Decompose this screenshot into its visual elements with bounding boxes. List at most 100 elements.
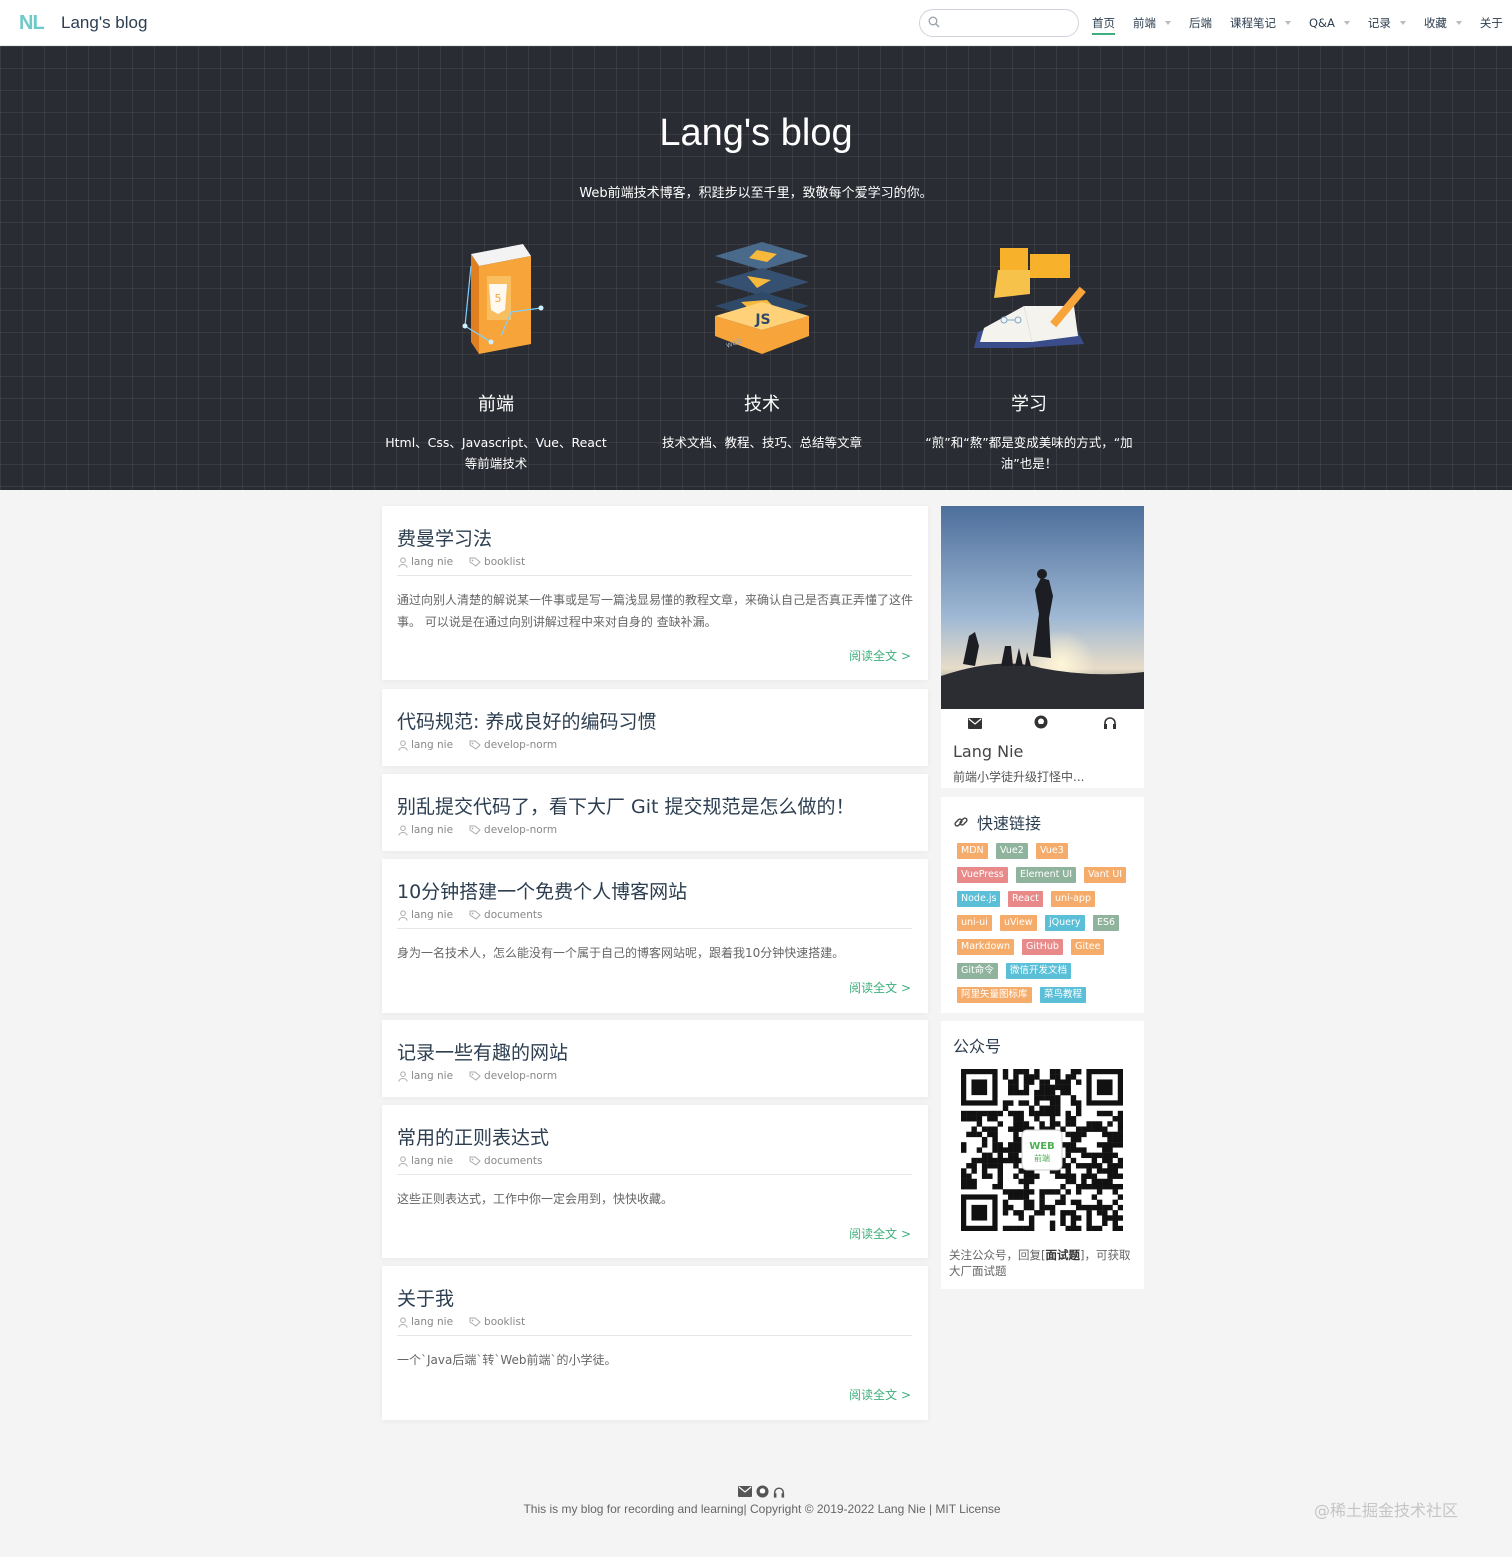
quick-link-tag[interactable]: GitHub xyxy=(1022,939,1063,955)
keyword: 面试题 xyxy=(1045,1248,1081,1262)
quick-link-tag[interactable]: Vue3 xyxy=(1036,843,1068,859)
wechat-instruction: 关注公众号，回复[面试题]，可获取大厂面试题 xyxy=(949,1248,1131,1278)
nav-item-label: 前端 xyxy=(1133,16,1156,30)
post-tag[interactable]: documents xyxy=(484,909,542,921)
qr-logo-subtext: 前端 xyxy=(1034,1153,1050,1163)
post-title[interactable]: 10分钟搭建一个免费个人博客网站 xyxy=(397,877,687,904)
post-card[interactable]: 记录一些有趣的网站 lang nie develop-norm xyxy=(382,1020,928,1097)
quick-link-tag[interactable]: 阿里矢量图标库 xyxy=(957,987,1032,1003)
quick-link-tag[interactable]: Vue2 xyxy=(996,843,1028,859)
post-tag[interactable]: develop-norm xyxy=(484,824,557,836)
html5-book-icon: 5 xyxy=(462,244,544,354)
footer-icons xyxy=(738,1485,788,1499)
post-author[interactable]: lang nie xyxy=(411,1316,453,1328)
mail-icon[interactable] xyxy=(968,714,982,733)
post-author[interactable]: lang nie xyxy=(411,1070,453,1082)
site-logo[interactable]: NL xyxy=(19,12,45,35)
quick-link-tag[interactable]: 微信开发文档 xyxy=(1006,963,1072,979)
quick-link-tag[interactable]: Node.js xyxy=(957,891,1001,907)
post-title[interactable]: 费曼学习法 xyxy=(397,524,492,551)
chevron-down-icon xyxy=(1399,21,1406,25)
quick-link-tag[interactable]: Element UI xyxy=(1016,867,1077,883)
post-card[interactable]: 别乱提交代码了，看下大厂 Git 提交规范是怎么做的！ lang nie dev… xyxy=(382,774,928,851)
headphones-icon[interactable] xyxy=(773,1486,785,1498)
post-tag[interactable]: booklist xyxy=(484,556,525,568)
nav-item[interactable]: 记录 xyxy=(1368,0,1406,46)
post-tag[interactable]: develop-norm xyxy=(484,739,557,751)
quick-link-tag[interactable]: jQuery xyxy=(1045,915,1085,931)
post-title[interactable]: 关于我 xyxy=(397,1284,454,1311)
quick-link-tag[interactable]: Markdown xyxy=(957,939,1015,955)
quick-link-tag[interactable]: VuePress xyxy=(957,867,1008,883)
read-more-link[interactable]: 阅读全文 > xyxy=(849,979,911,996)
hero-title: Lang's blog xyxy=(659,112,853,154)
quick-link-tag[interactable]: Git命令 xyxy=(957,963,998,979)
post-tag[interactable]: documents xyxy=(484,1155,542,1167)
quick-link-tag[interactable]: React xyxy=(1008,891,1043,907)
chevron-down-icon xyxy=(1455,21,1462,25)
post-title[interactable]: 常用的正则表达式 xyxy=(397,1123,549,1150)
nav-item-label: 课程笔记 xyxy=(1230,16,1276,30)
watermark: @稀土掘金技术社区 xyxy=(1314,1501,1459,1520)
post-tag[interactable]: booklist xyxy=(484,1316,525,1328)
svg-text:5: 5 xyxy=(495,292,502,305)
quick-link-tag[interactable]: MDN xyxy=(957,843,988,859)
search-icon xyxy=(928,16,940,28)
post-title[interactable]: 代码规范: 养成良好的编码习惯 xyxy=(397,707,656,734)
post-author[interactable]: lang nie xyxy=(411,739,453,751)
quick-link-tag[interactable]: uni-ui xyxy=(957,915,992,931)
nav-item-label: Q&A xyxy=(1309,16,1335,30)
post-author[interactable]: lang nie xyxy=(411,909,453,921)
author-card: Lang Nie 前端小学徒升级打怪中... xyxy=(941,506,1144,788)
post-card[interactable]: 常用的正则表达式 lang nie documents 这些正则表达式，工作中你… xyxy=(382,1105,928,1258)
navbar: NL Lang's blog 首页 前端 后端 课程笔记 Q&A 记录 收藏 关于 xyxy=(0,0,1512,46)
quick-link-tag[interactable]: 菜鸟教程 xyxy=(1040,987,1087,1003)
post-author[interactable]: lang nie xyxy=(411,824,453,836)
post-title[interactable]: 别乱提交代码了，看下大厂 Git 提交规范是怎么做的！ xyxy=(397,792,855,819)
hero-subtitle: Web前端技术博客，积跬步以至千里，致敬每个爱学习的你。 xyxy=(579,186,933,201)
post-title[interactable]: 记录一些有趣的网站 xyxy=(397,1038,568,1065)
mail-icon[interactable] xyxy=(738,1486,752,1497)
search-box[interactable] xyxy=(919,9,1079,37)
divider xyxy=(397,1335,912,1336)
wechat-card: 公众号 WEB 前端 关注公众号，回复[面试题]，可获取大厂面试题 xyxy=(941,1021,1144,1289)
post-card[interactable]: 关于我 lang nie booklist 一个`Java后端`转`Web前端`… xyxy=(382,1266,928,1420)
read-more-link[interactable]: 阅读全文 > xyxy=(849,1386,911,1403)
nav-item[interactable]: 收藏 xyxy=(1424,0,1462,46)
read-more-link[interactable]: 阅读全文 > xyxy=(849,647,911,664)
github-icon[interactable] xyxy=(756,1485,769,1498)
post-author[interactable]: lang nie xyxy=(411,1155,453,1167)
quick-link-tag[interactable]: uView xyxy=(1000,915,1037,931)
github-icon[interactable] xyxy=(1034,714,1048,733)
quick-link-tag[interactable]: ES6 xyxy=(1093,915,1120,931)
nav-item[interactable]: 前端 xyxy=(1133,0,1171,46)
post-card[interactable]: 10分钟搭建一个免费个人博客网站 lang nie documents 身为一名… xyxy=(382,859,928,1013)
nav-item[interactable]: 首页 xyxy=(1092,0,1115,46)
site-name[interactable]: Lang's blog xyxy=(61,13,147,33)
post-tag[interactable]: develop-norm xyxy=(484,1070,557,1082)
chevron-down-icon xyxy=(1343,21,1350,25)
user-icon xyxy=(398,824,408,836)
nav-item[interactable]: Q&A xyxy=(1309,0,1350,46)
nav-item[interactable]: 后端 xyxy=(1189,0,1212,46)
read-more-link[interactable]: 阅读全文 > xyxy=(849,1225,911,1242)
quick-link-tag[interactable]: Vant UI xyxy=(1084,867,1127,883)
search-input[interactable] xyxy=(946,14,1070,32)
user-icon xyxy=(398,1070,408,1082)
svg-text:JS: JS xyxy=(754,312,770,328)
nav-links: 首页 前端 后端 课程笔记 Q&A 记录 收藏 关于 xyxy=(1092,0,1503,46)
nav-item[interactable]: 关于 xyxy=(1480,0,1503,46)
post-card[interactable]: 费曼学习法 lang nie booklist 通过向别人清楚的解说某一件事或是… xyxy=(382,506,928,680)
post-author[interactable]: lang nie xyxy=(411,556,453,568)
quick-link-tag[interactable]: Gitee xyxy=(1071,939,1105,955)
quick-link-tag[interactable]: uni-app xyxy=(1051,891,1095,907)
footer-text: This is my blog for recording and learni… xyxy=(523,1502,1001,1516)
user-icon xyxy=(398,1316,408,1328)
nav-item-label: 记录 xyxy=(1367,16,1391,30)
nav-item[interactable]: 课程笔记 xyxy=(1230,0,1291,46)
headphones-icon[interactable] xyxy=(1103,714,1117,733)
post-meta: lang nie booklist xyxy=(398,556,525,568)
post-meta: lang nie booklist xyxy=(398,1316,525,1328)
post-card[interactable]: 代码规范: 养成良好的编码习惯 lang nie develop-norm xyxy=(382,689,928,766)
feature-title: 技术 xyxy=(744,394,780,415)
